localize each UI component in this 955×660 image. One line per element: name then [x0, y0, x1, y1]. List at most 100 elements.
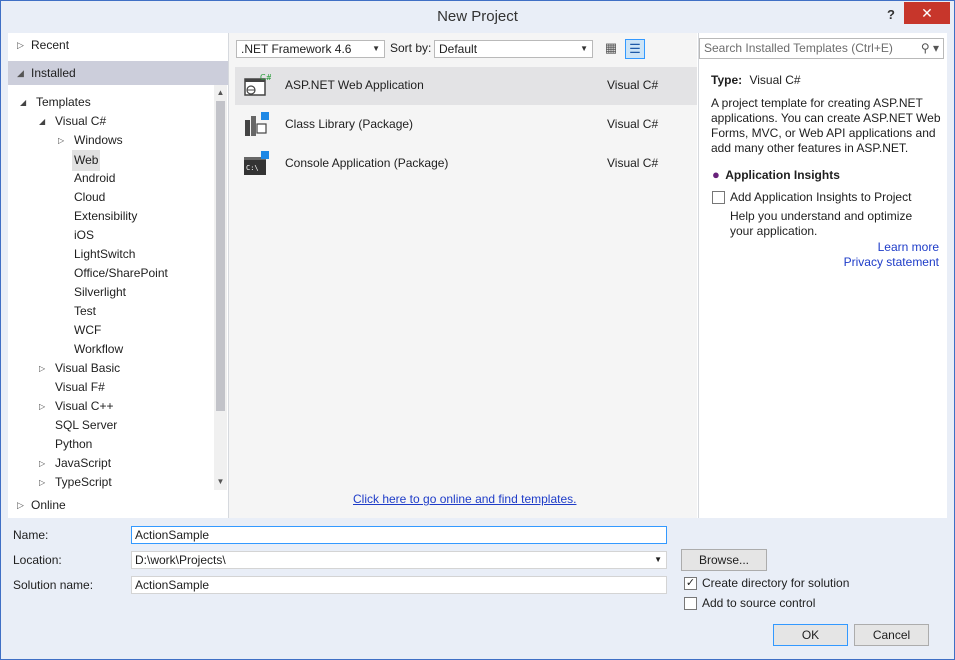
add-insights-checkbox[interactable]: [712, 191, 725, 204]
tree-item[interactable]: ▷ Visual C++: [8, 397, 214, 416]
solution-name-label: Solution name:: [13, 578, 94, 592]
framework-value: .NET Framework 4.6: [241, 42, 352, 56]
list-view-button[interactable]: ☰: [625, 39, 645, 59]
tree-item[interactable]: Cloud: [8, 188, 214, 207]
chevron-down-icon: ▼: [580, 44, 588, 53]
ok-button[interactable]: OK: [773, 624, 848, 646]
tree-item-label: Office/SharePoint: [74, 266, 168, 280]
scrollbar-thumb[interactable]: [216, 101, 225, 411]
insights-title: Application Insights: [725, 168, 840, 182]
tree-item[interactable]: Office/SharePoint: [8, 264, 214, 283]
template-name: Class Library (Package): [285, 117, 414, 131]
browse-button[interactable]: Browse...: [681, 549, 767, 571]
tree-item-label: Silverlight: [74, 285, 127, 299]
grid-view-button[interactable]: ▦: [601, 39, 621, 59]
dialog-content: ▷ Recent ◢ Installed ◢ Templates ◢ Visual C…: [8, 33, 947, 518]
title-bar: New Project ? ✕: [1, 1, 954, 33]
template-row[interactable]: C# ASP.NET Web Application Visual C#: [235, 67, 697, 105]
svg-text:C#: C#: [260, 73, 271, 82]
expand-arrow-icon: ▷: [17, 500, 24, 510]
tree-item[interactable]: WCF: [8, 321, 214, 340]
tree-item[interactable]: ▷ Windows: [8, 131, 214, 150]
expand-arrow-icon[interactable]: ▷: [58, 131, 64, 150]
learn-more-link[interactable]: Learn more: [878, 240, 939, 254]
create-directory-checkbox[interactable]: ✓: [684, 577, 697, 590]
privacy-statement-link[interactable]: Privacy statement: [844, 255, 939, 269]
help-button[interactable]: ?: [881, 5, 901, 25]
source-control-label[interactable]: Add to source control: [702, 596, 815, 610]
expand-arrow-icon[interactable]: ▷: [39, 454, 45, 473]
template-language: Visual C#: [607, 117, 659, 131]
tree-item[interactable]: SQL Server: [8, 416, 214, 435]
tree-item[interactable]: Silverlight: [8, 283, 214, 302]
list-view-icon: ☰: [629, 41, 641, 56]
console-app-icon: C:\: [244, 151, 269, 175]
tree-item[interactable]: ◢ Visual C#: [8, 112, 214, 131]
tree-item[interactable]: ▷ TypeScript: [8, 473, 214, 492]
tree-item[interactable]: Extensibility: [8, 207, 214, 226]
tree-item-label: JavaScript: [55, 456, 112, 470]
web-app-icon: C#: [244, 73, 271, 96]
expand-arrow-icon: ▷: [17, 40, 24, 50]
tree-item-label: Visual F#: [55, 380, 105, 394]
tree-item[interactable]: Visual F#: [8, 378, 214, 397]
templates-toolbar: .NET Framework 4.6 ▼ Sort by: Default ▼ …: [229, 33, 697, 63]
location-value: D:\work\Projects\: [135, 553, 226, 567]
cancel-button[interactable]: Cancel: [854, 624, 929, 646]
add-insights-label[interactable]: Add Application Insights to Project: [730, 190, 911, 204]
framework-dropdown[interactable]: .NET Framework 4.6 ▼: [236, 40, 385, 58]
tree-item-label: Extensibility: [74, 209, 138, 223]
solution-name-input[interactable]: ActionSample: [131, 576, 667, 594]
name-input[interactable]: ActionSample: [131, 526, 667, 544]
tree-item[interactable]: Test: [8, 302, 214, 321]
sort-dropdown[interactable]: Default ▼: [434, 40, 593, 58]
expand-arrow-icon[interactable]: ▷: [39, 397, 45, 416]
expand-arrow-icon[interactable]: ▷: [39, 359, 45, 378]
section-online[interactable]: ▷ Online: [8, 493, 228, 517]
location-input[interactable]: D:\work\Projects\ ▼: [131, 551, 667, 569]
search-icon[interactable]: ⚲ ▾: [921, 39, 939, 58]
close-button[interactable]: ✕: [904, 2, 950, 24]
create-directory-label[interactable]: Create directory for solution: [702, 576, 849, 590]
tree-scrollbar[interactable]: ▲ ▼: [214, 85, 227, 490]
tree-item[interactable]: LightSwitch: [8, 245, 214, 264]
collapse-arrow-icon: ◢: [17, 68, 24, 78]
search-templates-input[interactable]: Search Installed Templates (Ctrl+E) ⚲ ▾: [699, 38, 944, 59]
tree-item-label: Python: [55, 437, 93, 451]
section-online-label: Online: [31, 498, 66, 512]
svg-text:C:\: C:\: [246, 164, 259, 172]
collapse-arrow-icon[interactable]: ◢: [39, 112, 45, 131]
tree-item[interactable]: Web: [8, 150, 214, 171]
template-name: Console Application (Package): [285, 156, 449, 170]
template-name: ASP.NET Web Application: [285, 78, 424, 92]
tree-item-label: Cloud: [74, 190, 106, 204]
expand-arrow-icon[interactable]: ▷: [39, 473, 45, 492]
tree-item[interactable]: Android: [8, 169, 214, 188]
scroll-down-icon[interactable]: ▼: [216, 477, 225, 487]
tree-item-label: WCF: [74, 323, 102, 337]
scroll-up-icon[interactable]: ▲: [216, 88, 225, 98]
tree-item-label: Test: [74, 304, 97, 318]
chevron-down-icon[interactable]: ▼: [654, 552, 662, 568]
type-label: Type:: [711, 73, 743, 87]
tree-item[interactable]: ▷ Visual Basic: [8, 359, 214, 378]
template-row[interactable]: Class Library (Package) Visual C#: [235, 106, 697, 144]
section-installed[interactable]: ◢ Installed: [8, 61, 228, 85]
new-project-dialog: New Project ? ✕ ▷ Recent ◢ Installed ◢ Te…: [0, 0, 955, 660]
tree-item[interactable]: iOS: [8, 226, 214, 245]
tree-item[interactable]: Python: [8, 435, 214, 454]
type-value: Visual C#: [749, 73, 801, 87]
tree-item[interactable]: ◢ Templates: [8, 93, 214, 112]
tree-item[interactable]: ▷ JavaScript: [8, 454, 214, 473]
template-language: Visual C#: [607, 78, 659, 92]
source-control-checkbox[interactable]: [684, 597, 697, 610]
template-language: Visual C#: [607, 156, 659, 170]
template-row[interactable]: C:\ Console Application (Package) Visual…: [235, 145, 697, 183]
section-recent[interactable]: ▷ Recent: [8, 33, 228, 57]
chevron-down-icon: ▼: [372, 44, 380, 53]
tree-item[interactable]: Workflow: [8, 340, 214, 359]
collapse-arrow-icon[interactable]: ◢: [20, 93, 26, 112]
find-templates-online-link[interactable]: Click here to go online and find templat…: [353, 492, 576, 506]
template-tree: ◢ Templates ◢ Visual C# ▷ Windows Web Android Cl…: [8, 93, 214, 493]
lightbulb-icon: ●: [712, 167, 720, 182]
